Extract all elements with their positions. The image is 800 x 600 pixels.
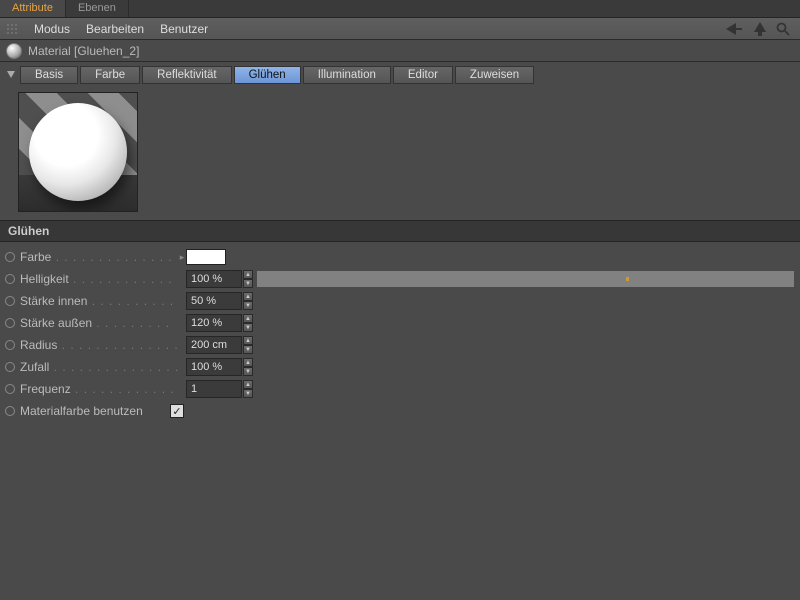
label-staerke-innen: Stärke innen . . . . . . . . . .	[20, 294, 178, 308]
row-materialfarbe: Materialfarbe benutzen ✓	[0, 400, 800, 422]
material-title: Material [Gluehen_2]	[28, 44, 139, 58]
label-helligkeit: Helligkeit . . . . . . . . . . . .	[20, 272, 178, 286]
disclosure-triangle-icon[interactable]	[6, 70, 16, 80]
channel-tab-row: Basis Farbe Reflektivität Glühen Illumin…	[0, 62, 800, 88]
tab-farbe[interactable]: Farbe	[80, 66, 140, 84]
toggle-farbe[interactable]	[0, 252, 20, 262]
tab-zuweisen[interactable]: Zuweisen	[455, 66, 534, 84]
tab-layers[interactable]: Ebenen	[66, 0, 129, 17]
label-frequenz: Frequenz . . . . . . . . . . . . . .	[20, 382, 178, 396]
row-helligkeit: Helligkeit . . . . . . . . . . . . 100 %…	[0, 268, 800, 290]
material-orb-icon	[6, 43, 22, 59]
row-farbe: Farbe . . . . . . . . . . . . . . . . ▸	[0, 246, 800, 268]
checkbox-materialfarbe[interactable]: ✓	[170, 404, 184, 418]
toggle-materialfarbe[interactable]	[0, 406, 20, 416]
toggle-staerke-innen[interactable]	[0, 296, 20, 306]
toggle-zufall[interactable]	[0, 362, 20, 372]
spinner-frequenz[interactable]: ▲▼	[243, 380, 253, 398]
material-header: Material [Gluehen_2]	[0, 40, 800, 62]
section-header: Glühen	[0, 220, 800, 242]
field-frequenz[interactable]: 1	[186, 380, 242, 398]
tab-basis[interactable]: Basis	[20, 66, 78, 84]
label-staerke-aussen: Stärke außen . . . . . . . . .	[20, 316, 178, 330]
color-swatch[interactable]	[186, 249, 226, 265]
row-staerke-innen: Stärke innen . . . . . . . . . . 50 % ▲▼	[0, 290, 800, 312]
tab-editor[interactable]: Editor	[393, 66, 453, 84]
property-list: Farbe . . . . . . . . . . . . . . . . ▸ …	[0, 242, 800, 426]
menu-mode[interactable]: Modus	[26, 20, 78, 38]
search-icon[interactable]	[776, 22, 790, 36]
spinner-staerke-aussen[interactable]: ▲▼	[243, 314, 253, 332]
field-staerke-innen[interactable]: 50 %	[186, 292, 242, 310]
row-zufall: Zufall . . . . . . . . . . . . . . . . 1…	[0, 356, 800, 378]
material-preview[interactable]	[18, 92, 138, 212]
toggle-helligkeit[interactable]	[0, 274, 20, 284]
label-zufall: Zufall . . . . . . . . . . . . . . . .	[20, 360, 178, 374]
slider-helligkeit[interactable]	[257, 271, 800, 287]
top-tab-bar: Attribute Ebenen	[0, 0, 800, 18]
spinner-staerke-innen[interactable]: ▲▼	[243, 292, 253, 310]
field-helligkeit[interactable]: 100 %	[186, 270, 242, 288]
tab-gluehen[interactable]: Glühen	[234, 66, 301, 84]
row-radius: Radius . . . . . . . . . . . . . . . 200…	[0, 334, 800, 356]
toggle-frequenz[interactable]	[0, 384, 20, 394]
reveal-icon[interactable]: ▸	[178, 252, 186, 263]
tab-illumination[interactable]: Illumination	[303, 66, 391, 84]
label-materialfarbe: Materialfarbe benutzen	[20, 404, 170, 418]
spinner-helligkeit[interactable]: ▲▼	[243, 270, 253, 288]
row-frequenz: Frequenz . . . . . . . . . . . . . . 1 ▲…	[0, 378, 800, 400]
menu-edit[interactable]: Bearbeiten	[78, 20, 152, 38]
drag-grip-icon[interactable]	[6, 23, 18, 35]
label-radius: Radius . . . . . . . . . . . . . . .	[20, 338, 178, 352]
menu-bar: Modus Bearbeiten Benutzer	[0, 18, 800, 40]
tab-attribute[interactable]: Attribute	[0, 0, 66, 17]
field-staerke-aussen[interactable]: 120 %	[186, 314, 242, 332]
label-farbe: Farbe . . . . . . . . . . . . . . . .	[20, 250, 178, 264]
toggle-radius[interactable]	[0, 340, 20, 350]
menu-user[interactable]: Benutzer	[152, 20, 216, 38]
field-zufall[interactable]: 100 %	[186, 358, 242, 376]
preview-sphere	[29, 103, 127, 201]
preview-area	[0, 88, 800, 220]
spinner-zufall[interactable]: ▲▼	[243, 358, 253, 376]
field-radius[interactable]: 200 cm	[186, 336, 242, 354]
row-staerke-aussen: Stärke außen . . . . . . . . . 120 % ▲▼	[0, 312, 800, 334]
nav-back-icon[interactable]	[726, 23, 744, 35]
tab-reflektivitaet[interactable]: Reflektivität	[142, 66, 231, 84]
spinner-radius[interactable]: ▲▼	[243, 336, 253, 354]
toggle-staerke-aussen[interactable]	[0, 318, 20, 328]
nav-up-icon[interactable]	[754, 22, 766, 36]
